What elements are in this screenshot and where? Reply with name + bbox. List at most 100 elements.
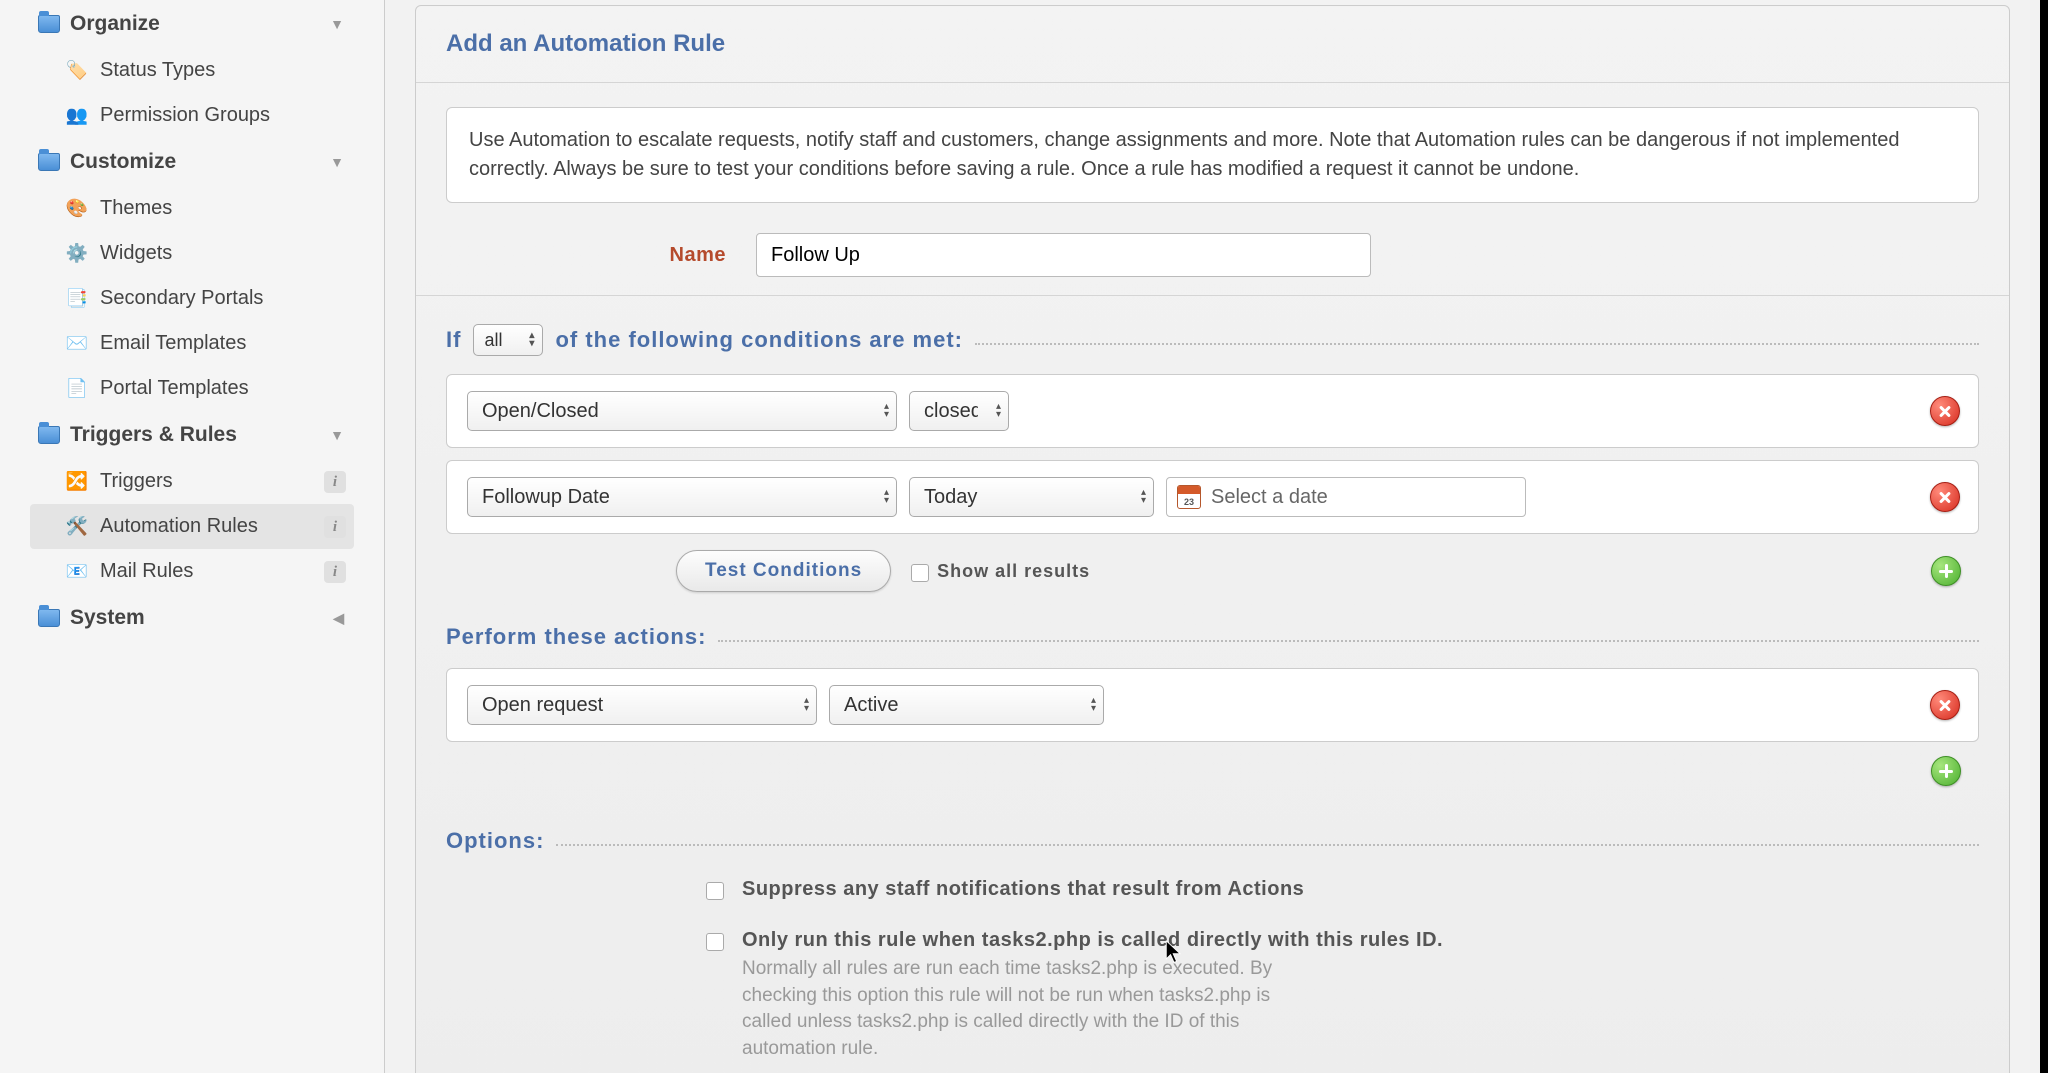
- sidebar-item-label: Permission Groups: [100, 104, 270, 127]
- sidebar-group-label: Organize: [70, 12, 160, 36]
- sidebar-item-status-types[interactable]: 🏷️ Status Types: [30, 48, 354, 93]
- show-all-wrap[interactable]: Show all results: [911, 560, 1090, 582]
- condition-row: Followup Date ▴▾ Today ▴▾ Select a date: [446, 460, 1979, 534]
- sidebar-item-portal-templates[interactable]: 📄 Portal Templates: [30, 366, 354, 411]
- sidebar-item-widgets[interactable]: ⚙️ Widgets: [30, 231, 354, 276]
- remove-condition-button[interactable]: [1930, 482, 1960, 512]
- condition-field-select[interactable]: Open/Closed: [467, 391, 897, 431]
- options-header-text: Options:: [446, 828, 544, 854]
- option-row: Suppress any staff notifications that re…: [446, 872, 1979, 907]
- option-description: Normally all rules are run each time tas…: [742, 956, 1302, 1062]
- mail-icon: ✉️: [66, 333, 88, 355]
- name-label: Name: [446, 244, 726, 267]
- sidebar-item-label: Secondary Portals: [100, 287, 263, 310]
- remove-condition-button[interactable]: [1930, 396, 1960, 426]
- op-select-wrap: Today ▴▾: [909, 477, 1154, 517]
- condition-row: Open/Closed ▴▾ closed ▴▾: [446, 374, 1979, 448]
- chevron-down-icon: ▼: [330, 427, 344, 443]
- condition-op-select[interactable]: closed: [909, 391, 1009, 431]
- remove-action-button[interactable]: [1930, 690, 1960, 720]
- info-icon[interactable]: i: [324, 561, 346, 583]
- show-all-label: Show all results: [937, 561, 1090, 582]
- divider: [416, 295, 2009, 296]
- add-action-button[interactable]: [1931, 756, 1961, 786]
- option-label: Suppress any staff notifications that re…: [742, 878, 1304, 901]
- chevron-down-icon: ▼: [330, 154, 344, 170]
- action-row: Open request ▴▾ Active ▴▾: [446, 668, 1979, 742]
- option-text: Only run this rule when tasks2.php is ca…: [742, 929, 1443, 1062]
- automation-rule-panel: Add an Automation Rule Use Automation to…: [415, 5, 2010, 1073]
- panel-body: Use Automation to escalate requests, not…: [416, 83, 2009, 1073]
- sidebar-item-permission-groups[interactable]: 👥 Permission Groups: [30, 93, 354, 138]
- cond-suffix: of the following conditions are met:: [555, 327, 963, 353]
- name-row: Name: [446, 233, 1979, 277]
- sidebar-group-label: Customize: [70, 150, 176, 174]
- sidebar-item-automation-rules[interactable]: 🛠️ Automation Rules i: [30, 504, 354, 549]
- sidebar-item-label: Themes: [100, 197, 172, 220]
- cond-mode-select[interactable]: all: [473, 324, 543, 356]
- cond-mode-wrap: all ▴▾: [473, 324, 543, 356]
- sidebar-item-label: Email Templates: [100, 332, 246, 355]
- palette-icon: 🎨: [66, 198, 88, 220]
- sidebar-group-organize[interactable]: Organize ▼: [30, 0, 354, 48]
- date-input[interactable]: Select a date: [1166, 477, 1526, 517]
- option-row: Only run this rule when tasks2.php is ca…: [446, 923, 1979, 1068]
- suppress-notifications-checkbox[interactable]: [706, 882, 724, 900]
- sidebar-group-customize[interactable]: Customize ▼: [30, 138, 354, 186]
- actions-header-text: Perform these actions:: [446, 624, 706, 650]
- actions-header: Perform these actions:: [446, 624, 1979, 650]
- document-icon: 📄: [66, 378, 88, 400]
- sidebar-group-system[interactable]: System ◀: [30, 594, 354, 642]
- action-value-select[interactable]: Active: [829, 685, 1104, 725]
- dotted-line: [975, 343, 1979, 345]
- test-row: Test Conditions Show all results: [446, 546, 1979, 596]
- run-only-direct-checkbox[interactable]: [706, 933, 724, 951]
- action-value-wrap: Active ▴▾: [829, 685, 1104, 725]
- show-all-checkbox[interactable]: [911, 564, 929, 582]
- main-content: Add an Automation Rule Use Automation to…: [385, 0, 2048, 1073]
- sidebar-item-label: Status Types: [100, 59, 215, 82]
- action-type-select[interactable]: Open request: [467, 685, 817, 725]
- chevron-down-icon: ▼: [330, 16, 344, 32]
- wrench-icon: 🛠️: [66, 516, 88, 538]
- sidebar-item-mail-rules[interactable]: 📧 Mail Rules i: [30, 549, 354, 594]
- users-icon: 👥: [66, 105, 88, 127]
- option-text: Suppress any staff notifications that re…: [742, 878, 1304, 901]
- panel-title: Add an Automation Rule: [416, 6, 2009, 83]
- sidebar-item-triggers[interactable]: 🔀 Triggers i: [30, 459, 354, 504]
- sidebar-item-themes[interactable]: 🎨 Themes: [30, 186, 354, 231]
- condition-field-select[interactable]: Followup Date: [467, 477, 897, 517]
- dotted-line: [556, 844, 1979, 846]
- mail-rules-icon: 📧: [66, 561, 88, 583]
- option-label: Only run this rule when tasks2.php is ca…: [742, 929, 1443, 952]
- gear-icon: ⚙️: [66, 243, 88, 265]
- folder-icon: [38, 15, 60, 33]
- condition-op-select[interactable]: Today: [909, 477, 1154, 517]
- field-select-wrap: Open/Closed ▴▾: [467, 391, 897, 431]
- app-root: Organize ▼ 🏷️ Status Types 👥 Permission …: [0, 0, 2048, 1073]
- sidebar-item-label: Triggers: [100, 470, 173, 493]
- options-header: Options:: [446, 828, 1979, 854]
- field-select-wrap: Followup Date ▴▾: [467, 477, 897, 517]
- info-icon[interactable]: i: [324, 471, 346, 493]
- add-condition-button[interactable]: [1931, 556, 1961, 586]
- name-input[interactable]: [756, 233, 1371, 277]
- notice-text: Use Automation to escalate requests, not…: [446, 107, 1979, 203]
- chevron-left-icon: ◀: [333, 610, 344, 627]
- dotted-line: [718, 640, 1979, 642]
- conditions-header: If all ▴▾ of the following conditions ar…: [446, 324, 1979, 356]
- test-conditions-button[interactable]: Test Conditions: [676, 550, 891, 592]
- cond-prefix: If: [446, 327, 461, 353]
- sidebar-item-secondary-portals[interactable]: 📑 Secondary Portals: [30, 276, 354, 321]
- folder-icon: [38, 153, 60, 171]
- sidebar-item-label: Widgets: [100, 242, 172, 265]
- sidebar-group-triggers-rules[interactable]: Triggers & Rules ▼: [30, 411, 354, 459]
- trigger-icon: 🔀: [66, 471, 88, 493]
- sidebar-item-label: Portal Templates: [100, 377, 249, 400]
- calendar-icon: [1177, 485, 1201, 509]
- op-select-wrap: closed ▴▾: [909, 391, 1009, 431]
- info-icon[interactable]: i: [324, 516, 346, 538]
- sidebar-item-email-templates[interactable]: ✉️ Email Templates: [30, 321, 354, 366]
- sidebar-group-label: Triggers & Rules: [70, 423, 237, 447]
- sidebar-inner: Organize ▼ 🏷️ Status Types 👥 Permission …: [0, 0, 384, 642]
